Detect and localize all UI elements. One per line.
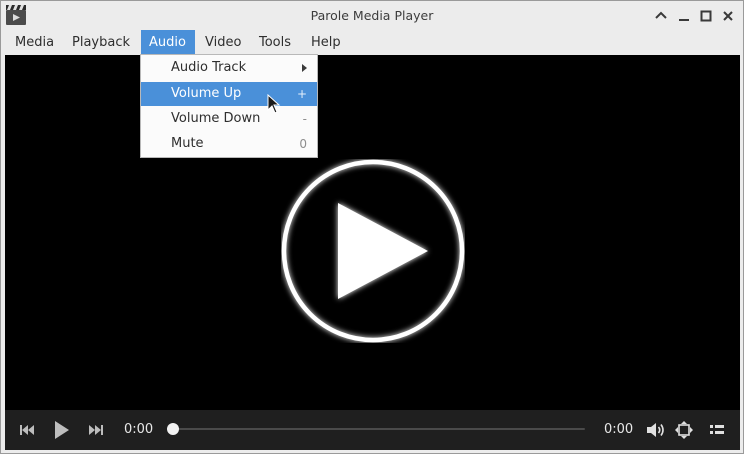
menu-video[interactable]: Video [197, 30, 249, 55]
menu-tools[interactable]: Tools [251, 30, 299, 55]
menu-item-label: Audio Track [171, 60, 247, 75]
playlist-icon[interactable] [709, 422, 725, 438]
volume-icon[interactable] [646, 421, 666, 439]
menu-item-label: Mute [171, 136, 204, 151]
seek-bar[interactable] [173, 428, 585, 430]
close-icon[interactable] [719, 7, 737, 25]
menu-item-label: Volume Up [171, 86, 242, 101]
menu-item-accelerator: + [296, 87, 307, 101]
menu-item-volume-up[interactable]: Volume Up + [141, 82, 317, 106]
minimize-icon[interactable] [675, 7, 693, 25]
audio-menu-dropdown: Audio Track Volume Up + Volume Down - Mu… [140, 54, 318, 158]
video-area[interactable] [5, 55, 740, 410]
next-icon[interactable] [88, 423, 104, 437]
mouse-pointer-icon [267, 94, 281, 114]
maximize-up-icon[interactable] [652, 7, 670, 25]
playback-controls: 0:00 0:00 [5, 410, 740, 450]
menu-item-label: Volume Down [171, 111, 261, 126]
menu-item-audio-track[interactable]: Audio Track [141, 56, 317, 80]
menu-media[interactable]: Media [7, 30, 62, 55]
play-overlay-icon[interactable] [281, 159, 465, 343]
seek-handle[interactable] [167, 423, 179, 435]
current-time: 0:00 [124, 422, 154, 437]
submenu-arrow-icon [302, 64, 307, 72]
title-bar[interactable]: Parole Media Player [1, 1, 743, 30]
menu-audio[interactable]: Audio [141, 30, 195, 55]
menu-help[interactable]: Help [303, 30, 349, 55]
media-player-window: Parole Media Player Media Playback Audio… [0, 0, 744, 454]
menu-item-volume-down[interactable]: Volume Down - [141, 107, 317, 131]
fullscreen-icon[interactable] [675, 421, 693, 439]
previous-icon[interactable] [19, 423, 35, 437]
menu-playback[interactable]: Playback [64, 30, 138, 55]
window-title: Parole Media Player [310, 8, 434, 23]
menu-bar: Media Playback Audio Video Tools Help [1, 30, 743, 55]
total-time: 0:00 [604, 422, 634, 437]
restore-icon[interactable] [697, 7, 715, 25]
menu-item-accelerator: - [302, 112, 307, 126]
menu-item-mute[interactable]: Mute 0 [141, 132, 317, 156]
play-icon[interactable] [53, 420, 71, 440]
menu-item-accelerator: 0 [299, 137, 307, 151]
